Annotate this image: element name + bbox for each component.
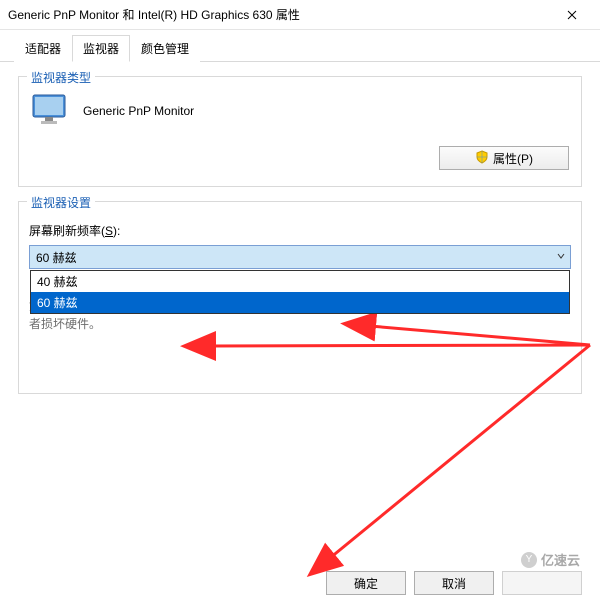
monitor-info-row: Generic PnP Monitor bbox=[31, 93, 569, 128]
refresh-rate-label: 屏幕刷新频率(S): bbox=[29, 222, 571, 239]
monitor-settings-legend: 监视器设置 bbox=[27, 194, 95, 211]
tab-content: 监视器类型 Generic PnP Monitor 属性(P) 监视器设置 屏 bbox=[0, 62, 600, 404]
refresh-rate-dropdown: 40 赫兹 60 赫兹 bbox=[30, 270, 570, 314]
tab-color-management[interactable]: 颜色管理 bbox=[130, 35, 200, 62]
refresh-option-60hz[interactable]: 60 赫兹 bbox=[31, 292, 569, 313]
close-button[interactable] bbox=[552, 0, 592, 30]
dialog-footer: 确定 取消 bbox=[326, 571, 582, 595]
properties-button-label: 属性(P) bbox=[493, 150, 533, 167]
chevron-down-icon bbox=[556, 250, 566, 264]
titlebar: Generic PnP Monitor 和 Intel(R) HD Graphi… bbox=[0, 0, 600, 30]
properties-button[interactable]: 属性(P) bbox=[439, 146, 569, 170]
cloud-icon: Y bbox=[521, 552, 537, 568]
watermark: Y 亿速云 bbox=[521, 550, 580, 569]
monitor-type-group: 监视器类型 Generic PnP Monitor 属性(P) bbox=[18, 76, 582, 187]
refresh-rate-selected: 60 赫兹 bbox=[36, 249, 77, 266]
ok-button[interactable]: 确定 bbox=[326, 571, 406, 595]
shield-icon bbox=[475, 150, 489, 167]
monitor-type-legend: 监视器类型 bbox=[27, 69, 95, 86]
refresh-option-40hz[interactable]: 40 赫兹 bbox=[31, 271, 569, 292]
monitor-settings-group: 监视器设置 屏幕刷新频率(S): 60 赫兹 40 赫兹 60 赫兹 如果不复选… bbox=[18, 201, 582, 394]
tab-monitor[interactable]: 监视器 bbox=[72, 35, 130, 62]
watermark-text: 亿速云 bbox=[541, 550, 580, 569]
close-icon bbox=[567, 10, 577, 20]
monitor-name: Generic PnP Monitor bbox=[83, 104, 194, 118]
monitor-icon bbox=[31, 93, 71, 128]
tab-bar: 适配器 监视器 颜色管理 bbox=[0, 30, 600, 62]
cancel-button[interactable]: 取消 bbox=[414, 571, 494, 595]
apply-button bbox=[502, 571, 582, 595]
tab-adapter[interactable]: 适配器 bbox=[14, 35, 72, 62]
window-title: Generic PnP Monitor 和 Intel(R) HD Graphi… bbox=[8, 6, 552, 23]
properties-dialog: Generic PnP Monitor 和 Intel(R) HD Graphi… bbox=[0, 0, 600, 611]
refresh-rate-select[interactable]: 60 赫兹 40 赫兹 60 赫兹 bbox=[29, 245, 571, 269]
